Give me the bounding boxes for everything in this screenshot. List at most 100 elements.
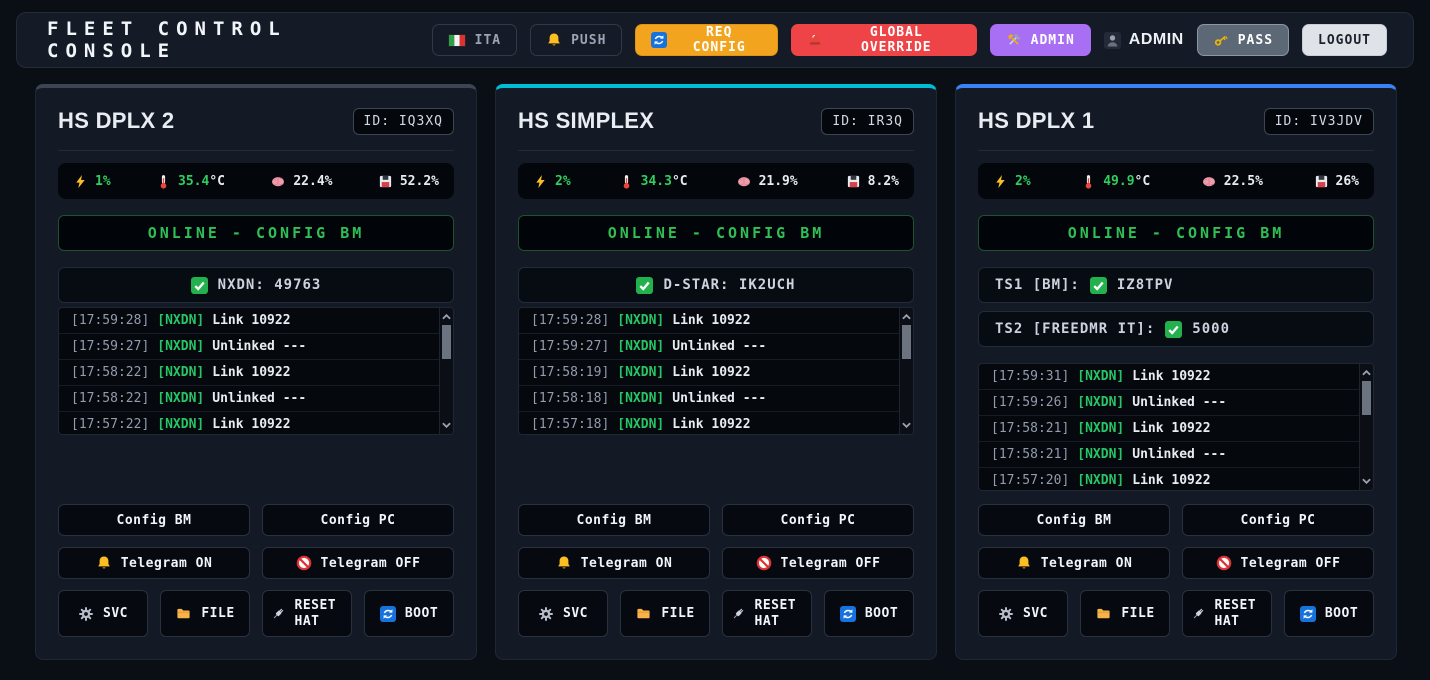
log-tag: [NXDN] (1077, 473, 1124, 488)
config-pc-button[interactable]: Config PC (1182, 504, 1374, 536)
push-button[interactable]: PUSH (530, 24, 622, 56)
power-value: 2% (555, 174, 571, 189)
event-log[interactable]: [17:59:28][NXDN]Link 10922 [17:59:27][NX… (58, 307, 454, 435)
reset-hat-button[interactable]: RESET HAT (1182, 590, 1272, 637)
boot-button[interactable]: BOOT (824, 590, 914, 637)
log-tag: [NXDN] (1077, 421, 1124, 436)
mode-row-ts2: TS2 [FREEDMR IT]: 5000 (978, 311, 1374, 347)
global-override-button[interactable]: GLOBAL OVERRIDE (791, 24, 977, 56)
log-time: [17:57:22] (71, 417, 149, 432)
telegram-on-button[interactable]: Telegram ON (978, 547, 1170, 579)
device-id-badge: ID: IQ3XQ (353, 108, 454, 135)
tools-icon (1006, 32, 1022, 48)
scrollbar-thumb[interactable] (1362, 381, 1371, 415)
card-actions: Config BM Config PC Telegram ON Telegram… (978, 504, 1374, 637)
req-config-button[interactable]: REQ CONFIG (635, 24, 778, 56)
user-bust-icon (1104, 32, 1121, 49)
log-entry: [17:57:22][NXDN]Link 10922 (59, 412, 439, 435)
floppy-icon (1314, 174, 1329, 189)
scrollbar-thumb[interactable] (902, 325, 911, 359)
reset-hat-button[interactable]: RESET HAT (262, 590, 352, 637)
telegram-on-button[interactable]: Telegram ON (518, 547, 710, 579)
telegram-off-button[interactable]: Telegram OFF (722, 547, 914, 579)
pass-button[interactable]: PASS (1197, 24, 1289, 56)
boot-button[interactable]: BOOT (1284, 590, 1374, 637)
log-scrollbar[interactable] (439, 308, 453, 434)
language-button[interactable]: ITA (432, 24, 517, 56)
scroll-down-arrow-icon[interactable] (900, 418, 913, 432)
bell-icon (96, 555, 112, 571)
svc-button[interactable]: SVC (978, 590, 1068, 637)
log-time: [17:59:31] (991, 369, 1069, 384)
log-entry: [17:57:20] [NXDN] Link 10922 (979, 468, 1359, 491)
device-id-badge: ID: IV3JDV (1264, 108, 1374, 135)
prohibited-icon (756, 555, 772, 571)
file-button[interactable]: FILE (160, 590, 250, 637)
user-name-label: ADMIN (1129, 31, 1184, 49)
disk-value: 8.2% (868, 174, 899, 189)
config-bm-button[interactable]: Config BM (58, 504, 250, 536)
prohibited-icon (1216, 555, 1232, 571)
telegram-off-button[interactable]: Telegram OFF (262, 547, 454, 579)
disk-value: 52.2% (400, 174, 439, 189)
boot-button[interactable]: BOOT (364, 590, 454, 637)
cpu-value: 22.4% (293, 174, 332, 189)
log-entry: [17:59:26][NXDN]Unlinked --- (979, 390, 1359, 416)
req-config-button-label: REQ CONFIG (676, 25, 762, 55)
telegram-off-button[interactable]: Telegram OFF (1182, 547, 1374, 579)
log-scrollbar[interactable] (899, 308, 913, 434)
reset-hat-button[interactable]: RESET HAT (722, 590, 812, 637)
log-entry: [17:59:28][NXDN]Link 10922 (519, 308, 899, 334)
file-button[interactable]: FILE (620, 590, 710, 637)
gear-icon (78, 606, 94, 622)
device-title: HS DPLX 2 (58, 108, 174, 134)
stats-bar: 2% 34.3°C 21.9% 8.2% (518, 163, 914, 199)
log-time: [17:57:20] (991, 473, 1069, 488)
temperature-stat: 49.9°C (1081, 174, 1150, 189)
brain-icon (736, 174, 752, 189)
status-banner: ONLINE - CONFIG BM (978, 215, 1374, 251)
admin-button[interactable]: ADMIN (990, 24, 1091, 56)
log-scrollbar[interactable] (1359, 364, 1373, 490)
divider (518, 150, 914, 151)
log-time: [17:58:22] (71, 365, 149, 380)
log-time: [17:58:19] (531, 365, 609, 380)
svc-button[interactable]: SVC (518, 590, 608, 637)
config-bm-button[interactable]: Config BM (978, 504, 1170, 536)
scroll-down-arrow-icon[interactable] (1360, 474, 1373, 488)
log-time: [17:59:27] (71, 339, 149, 354)
scroll-up-arrow-icon[interactable] (900, 310, 913, 324)
disk-value: 26% (1336, 174, 1359, 189)
scroll-down-arrow-icon[interactable] (440, 418, 453, 432)
brain-icon (270, 174, 286, 189)
scroll-up-arrow-icon[interactable] (440, 310, 453, 324)
italy-flag-icon (448, 34, 466, 47)
logout-button[interactable]: LOGOUT (1302, 24, 1387, 56)
config-pc-button[interactable]: Config PC (722, 504, 914, 536)
plug-icon (730, 606, 746, 622)
telegram-on-button[interactable]: Telegram ON (58, 547, 250, 579)
log-entry: [17:58:21][NXDN]Unlinked --- (979, 442, 1359, 468)
log-entry: [17:59:27][NXDN]Unlinked --- (519, 334, 899, 360)
pass-button-label: PASS (1238, 33, 1273, 48)
svc-button[interactable]: SVC (58, 590, 148, 637)
scroll-up-arrow-icon[interactable] (1360, 366, 1373, 380)
config-pc-button[interactable]: Config PC (262, 504, 454, 536)
event-log[interactable]: [17:59:28][NXDN]Link 10922 [17:59:27][NX… (518, 307, 914, 435)
card-header: HS DPLX 2 ID: IQ3XQ (58, 102, 454, 140)
event-log[interactable]: [17:59:31] [NXDN] Link 10922 [17:59:26][NX… (978, 363, 1374, 491)
log-message: Link 10922 (1132, 473, 1210, 488)
scrollbar-thumb[interactable] (442, 325, 451, 359)
log-time: [17:58:21] (991, 421, 1069, 436)
card-actions: Config BM Config PC Telegram ON Telegram… (58, 504, 454, 637)
temperature-stat: 35.4°C (156, 174, 225, 189)
bolt-icon (533, 174, 548, 189)
file-button[interactable]: FILE (1080, 590, 1170, 637)
mode-value: 5000 (1192, 321, 1230, 337)
log-message: Link 10922 (672, 313, 750, 328)
config-bm-button[interactable]: Config BM (518, 504, 710, 536)
log-entry: [17:58:22][NXDN]Link 10922 (59, 360, 439, 386)
app-title: FLEET CONTROL CONSOLE (47, 18, 432, 62)
plug-icon (270, 606, 286, 622)
device-title: HS DPLX 1 (978, 108, 1094, 134)
